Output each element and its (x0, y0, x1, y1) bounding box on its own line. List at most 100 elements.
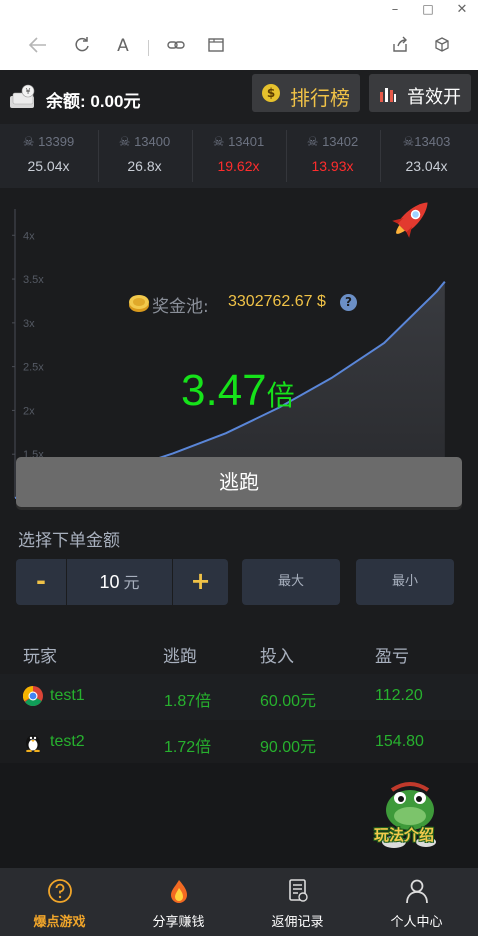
bottom-tab-bar: 爆点游戏 分享赚钱 返佣记录 个人中心 (0, 868, 478, 936)
column-header-profit: 盈亏 (375, 647, 409, 667)
column-header-bet: 投入 (260, 647, 294, 667)
player-name: test2 (50, 733, 85, 750)
toolbar-divider (148, 40, 149, 56)
history-round-id: ☠ 13401 (212, 134, 265, 149)
tab-window-icon[interactable] (204, 36, 228, 59)
maximize-button[interactable]: □ (418, 2, 438, 16)
link-icon[interactable] (164, 36, 188, 59)
pool-help-icon[interactable]: ? (340, 294, 357, 311)
pool-label: 奖金池: (152, 297, 209, 317)
player-profit: 154.80 (375, 733, 424, 750)
top-header: ¥ 余额: 0.00元 $ 排行榜 音效开 (0, 70, 478, 124)
sound-label: 音效开 (407, 87, 461, 108)
round-history: ☠ 13399 25.04x ☠ 13400 26.8x ☠ 13401 19.… (0, 124, 478, 188)
max-amount-button[interactable]: 最大 (242, 559, 340, 605)
user-icon (406, 879, 428, 904)
history-multiplier: 25.04x (27, 158, 70, 174)
history-multiplier: 23.04x (405, 158, 448, 174)
y-tick-label: 4x (23, 230, 35, 242)
question-circle-icon (48, 879, 72, 903)
tab-label: 返佣记录 (271, 915, 324, 930)
amount-input[interactable]: 10 元 (67, 559, 172, 605)
amount-label: 选择下单金额 (18, 531, 120, 551)
increase-amount-button[interactable]: + (173, 559, 228, 605)
penguin-avatar-icon (26, 735, 40, 752)
history-round-id: ☠ 13402 (306, 134, 359, 149)
history-round-id: ☠ 13400 (118, 134, 171, 149)
player-bet: 90.00元 (260, 739, 317, 756)
player-profit: 112.20 (375, 687, 423, 704)
amount-value: 10 (99, 572, 120, 592)
money-bag-icon: ¥ (10, 84, 35, 108)
pool-amount: 3302762.67 $ (228, 293, 326, 310)
back-arrow-icon[interactable] (26, 36, 50, 59)
player-escape: 1.87倍 (164, 693, 212, 710)
tab-label: 分享赚钱 (152, 915, 205, 930)
history-item[interactable]: ☠ 13399 25.04x (2, 124, 95, 188)
chrome-avatar-icon (23, 686, 43, 706)
balance-text: 余额: 0.00元 (46, 92, 141, 111)
table-row[interactable]: test1 1.87倍 60.00元 112.20 (0, 674, 478, 720)
window-titlebar: – □ ✕ (0, 0, 478, 24)
player-escape: 1.72倍 (164, 739, 212, 756)
skull-icon: ☠ (306, 134, 323, 149)
close-button[interactable]: ✕ (452, 2, 472, 17)
tab-profile[interactable]: 个人中心 (357, 868, 476, 936)
y-tick-label: 2.5x (23, 362, 44, 374)
refresh-icon[interactable] (70, 36, 94, 59)
history-multiplier: 26.8x (127, 158, 162, 174)
skull-icon: ☠ (22, 134, 39, 149)
reader-mode-icon[interactable]: A (111, 36, 135, 56)
tab-share-earn[interactable]: 分享赚钱 (119, 868, 238, 936)
rocket-icon (392, 202, 428, 238)
extension-cube-icon[interactable] (430, 36, 454, 59)
y-tick-label: 2x (23, 405, 35, 417)
browser-toolbar: A (0, 24, 478, 70)
skull-icon: ☠ (212, 134, 229, 149)
amount-unit: 元 (123, 575, 140, 592)
svg-text:¥: ¥ (26, 87, 31, 96)
history-item[interactable]: ☠ 13402 13.93x (286, 124, 379, 188)
ranking-button[interactable]: $ 排行榜 (252, 74, 360, 112)
tab-label: 个人中心 (390, 915, 443, 930)
y-tick-label: 3x (23, 318, 35, 330)
tab-crash-game[interactable]: 爆点游戏 (0, 868, 119, 936)
how-to-play-label: 玩法介绍 (374, 826, 435, 844)
history-multiplier: 19.62x (217, 158, 260, 174)
tab-commission-records[interactable]: 返佣记录 (238, 868, 357, 936)
share-icon[interactable] (388, 36, 412, 59)
flame-icon (171, 880, 187, 903)
current-multiplier-value: 3.47 (181, 366, 267, 415)
y-tick-label: 3.5x (23, 274, 44, 286)
tab-label: 爆点游戏 (33, 915, 86, 930)
sound-bars-icon (380, 88, 396, 102)
game-app: ¥ 余额: 0.00元 $ 排行榜 音效开 ☠ 13399 25.04x ☠ 1… (0, 70, 478, 936)
decrease-amount-button[interactable]: - (16, 559, 66, 605)
player-name: test1 (50, 687, 85, 704)
history-round-id: ☠ 13399 (22, 134, 75, 149)
current-multiplier: 3.47倍 (181, 366, 295, 416)
document-icon (289, 879, 308, 902)
min-amount-button[interactable]: 最小 (356, 559, 454, 605)
dollar-coin-icon: $ (262, 84, 280, 102)
table-row[interactable]: test2 1.72倍 90.00元 154.80 (0, 720, 478, 766)
how-to-play-button[interactable]: 玩法介绍 (372, 780, 448, 854)
column-header-escape: 逃跑 (163, 647, 197, 667)
history-item[interactable]: ☠13403 23.04x (380, 124, 473, 188)
table-header: 玩家 逃跑 投入 盈亏 (0, 630, 478, 674)
minimize-button[interactable]: – (385, 2, 405, 17)
escape-button[interactable]: 逃跑 (16, 457, 462, 507)
current-multiplier-unit: 倍 (266, 379, 295, 412)
ranking-label: 排行榜 (290, 86, 350, 110)
history-multiplier: 13.93x (311, 158, 354, 174)
column-header-player: 玩家 (23, 647, 57, 667)
history-item[interactable]: ☠ 13400 26.8x (98, 124, 191, 188)
skull-icon: ☠ (402, 134, 415, 149)
history-item[interactable]: ☠ 13401 19.62x (192, 124, 285, 188)
player-bet: 60.00元 (260, 693, 317, 710)
skull-icon: ☠ (118, 134, 135, 149)
gold-coin-icon (129, 295, 149, 312)
history-round-id: ☠13403 (402, 134, 451, 149)
amount-stepper: - 10 元 + (16, 559, 228, 605)
sound-toggle-button[interactable]: 音效开 (369, 74, 471, 112)
